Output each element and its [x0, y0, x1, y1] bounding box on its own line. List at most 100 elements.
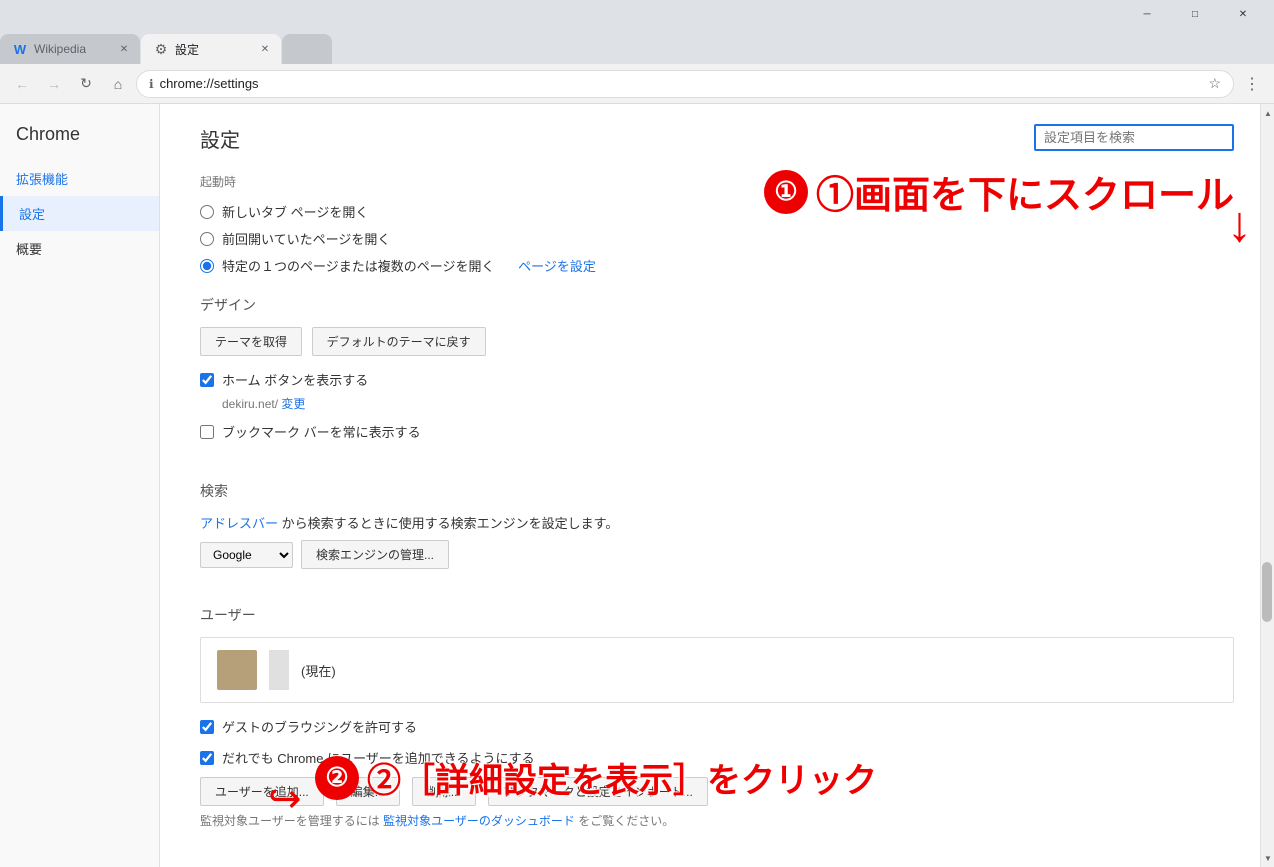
radio-specific-input[interactable]	[200, 259, 214, 273]
wikipedia-tab-close[interactable]: ✕	[116, 41, 132, 57]
main-layout: Chrome 拡張機能 設定 概要 設定 起動時 新しいタブ ページを開く	[0, 104, 1274, 867]
change-link[interactable]: 変更	[281, 397, 305, 411]
radio-specific-label: 特定の１つのページまたは複数のページを開く	[222, 256, 494, 275]
content-inner: 設定 起動時 新しいタブ ページを開く 前回開いていたページを開く	[160, 104, 1274, 867]
back-button[interactable]: ←	[8, 70, 36, 98]
scrollbar-thumb[interactable]	[1262, 562, 1272, 622]
user-avatar	[217, 650, 257, 690]
radio-specific: 特定の１つのページまたは複数のページを開く ページを設定	[200, 252, 1234, 279]
supervisor-link[interactable]: 監視対象ユーザーのダッシュボード	[383, 814, 575, 828]
allow-anyone-label: だれでも Chrome にユーザーを追加できるようにする	[222, 748, 535, 767]
allow-guest-item: ゲストのブラウジングを許可する	[200, 713, 1234, 740]
add-user-button[interactable]: ユーザーを追加...	[200, 777, 324, 806]
default-theme-button[interactable]: デフォルトのテーマに戻す	[312, 327, 486, 356]
address-bar: ← → ↻ ⌂ ℹ chrome://settings ☆ ⋮	[0, 64, 1274, 104]
search-description: アドレスバー から検索するときに使用する検索エンジンを設定します。	[200, 513, 1234, 532]
forward-icon: →	[47, 76, 61, 92]
show-bookmark-bar-checkbox[interactable]	[200, 425, 214, 439]
tab-settings[interactable]: ⚙ 設定 ✕	[141, 34, 281, 64]
settings-tab-label: 設定	[175, 41, 199, 58]
user-avatar-gray	[269, 650, 289, 690]
back-icon: ←	[15, 76, 29, 92]
show-home-button-checkbox[interactable]	[200, 373, 214, 387]
settings-search-input[interactable]	[1034, 124, 1234, 151]
show-home-button-label: ホーム ボタンを表示する	[222, 370, 368, 389]
radio-newtab: 新しいタブ ページを開く	[200, 198, 1234, 225]
search-engine-select[interactable]: Google	[200, 542, 293, 568]
get-theme-button[interactable]: テーマを取得	[200, 327, 302, 356]
delete-button[interactable]: 削除...	[412, 777, 476, 806]
wikipedia-tab-label: Wikipedia	[34, 42, 86, 56]
design-section: デザイン テーマを取得 デフォルトのテーマに戻す ホーム ボタンを表示する de…	[200, 287, 1234, 445]
reload-button[interactable]: ↻	[72, 70, 100, 98]
sidebar: Chrome 拡張機能 設定 概要	[0, 104, 160, 867]
tab-spacer	[282, 34, 332, 64]
edit-button[interactable]: 編集...	[336, 777, 400, 806]
title-bar: ─ □ ✕	[0, 0, 1274, 28]
address-bar-link[interactable]: アドレスバー	[200, 516, 278, 531]
wikipedia-favicon: W	[12, 41, 28, 57]
default-browser-section: 既定のブラウザ 既定のブラウザは Google Chrome に設定されています…	[200, 857, 1234, 867]
search-section-heading: 検索	[200, 473, 1234, 501]
close-icon: ✕	[1239, 9, 1247, 20]
scrollbar-down-arrow[interactable]: ▼	[1261, 849, 1274, 867]
allow-anyone-checkbox[interactable]	[200, 751, 214, 765]
radio-continue-label: 前回開いていたページを開く	[222, 229, 390, 248]
user-section-heading: ユーザー	[200, 597, 1234, 625]
design-section-heading: デザイン	[200, 287, 1234, 315]
menu-icon: ⋮	[1244, 74, 1260, 94]
manage-search-button[interactable]: 検索エンジンの管理...	[301, 540, 449, 569]
settings-tab-close[interactable]: ✕	[257, 41, 273, 57]
lock-icon: ℹ	[149, 77, 154, 91]
search-select-wrap: Google 検索エンジンの管理...	[200, 540, 1234, 569]
minimize-button[interactable]: ─	[1124, 0, 1170, 28]
show-home-button-item: ホーム ボタンを表示する	[200, 366, 1234, 393]
forward-button[interactable]: →	[40, 70, 68, 98]
home-icon: ⌂	[114, 76, 122, 92]
set-page-link[interactable]: ページを設定	[518, 256, 596, 275]
search-section: 検索 アドレスバー から検索するときに使用する検索エンジンを設定します。 Goo…	[200, 473, 1234, 569]
home-url-text: dekiru.net/	[222, 397, 278, 411]
home-url-indent: dekiru.net/ 変更	[222, 395, 1234, 412]
radio-newtab-label: 新しいタブ ページを開く	[222, 202, 368, 221]
user-section: ユーザー (現在) ゲストのブラウジングを許可する だれでも Chrome にユ…	[200, 597, 1234, 829]
allow-guest-label: ゲストのブラウジングを許可する	[222, 717, 417, 736]
radio-continue-input[interactable]	[200, 232, 214, 246]
user-actions: ユーザーを追加... 編集... 削除... ブックマークと設定をインポート..…	[200, 777, 1234, 806]
show-bookmark-bar-item: ブックマーク バーを常に表示する	[200, 418, 1234, 445]
allow-guest-checkbox[interactable]	[200, 720, 214, 734]
tab-bar: W Wikipedia ✕ ⚙ 設定 ✕	[0, 28, 1274, 64]
settings-favicon: ⚙	[153, 41, 169, 57]
scrollbar[interactable]: ▲ ▼	[1260, 104, 1274, 867]
radio-continue: 前回開いていたページを開く	[200, 225, 1234, 252]
title-bar-controls: ─ □ ✕	[1124, 0, 1266, 28]
menu-button[interactable]: ⋮	[1238, 70, 1266, 98]
sidebar-item-settings[interactable]: 設定	[0, 196, 159, 231]
show-bookmark-bar-label: ブックマーク バーを常に表示する	[222, 422, 421, 441]
allow-anyone-item: だれでも Chrome にユーザーを追加できるようにする	[200, 744, 1234, 771]
import-button[interactable]: ブックマークと設定をインポート...	[488, 777, 708, 806]
reload-icon: ↻	[80, 75, 92, 92]
maximize-icon: □	[1192, 9, 1198, 20]
sidebar-brand: Chrome	[0, 116, 159, 161]
user-card: (現在)	[200, 637, 1234, 703]
startup-section-label: 起動時	[200, 173, 1234, 190]
scrollbar-up-arrow[interactable]: ▲	[1261, 104, 1274, 122]
sidebar-item-extensions[interactable]: 拡張機能	[0, 161, 159, 196]
content-area: 設定 起動時 新しいタブ ページを開く 前回開いていたページを開く	[160, 104, 1274, 867]
home-button[interactable]: ⌂	[104, 70, 132, 98]
address-input-wrap[interactable]: ℹ chrome://settings ☆	[136, 70, 1234, 98]
supervisor-text: 監視対象ユーザーを管理するには 監視対象ユーザーのダッシュボード をご覧ください…	[200, 812, 1234, 829]
minimize-icon: ─	[1143, 9, 1150, 20]
maximize-button[interactable]: □	[1172, 0, 1218, 28]
default-browser-heading: 既定のブラウザ	[200, 857, 1234, 867]
settings-title: 設定	[200, 124, 240, 153]
bookmark-icon[interactable]: ☆	[1208, 75, 1221, 92]
startup-radio-group: 新しいタブ ページを開く 前回開いていたページを開く 特定の１つのページまたは複…	[200, 198, 1234, 279]
radio-newtab-input[interactable]	[200, 205, 214, 219]
address-url: chrome://settings	[160, 76, 1203, 91]
user-current-label: (現在)	[301, 661, 336, 680]
tab-wikipedia[interactable]: W Wikipedia ✕	[0, 34, 140, 64]
close-button[interactable]: ✕	[1220, 0, 1266, 28]
sidebar-item-about[interactable]: 概要	[0, 231, 159, 266]
